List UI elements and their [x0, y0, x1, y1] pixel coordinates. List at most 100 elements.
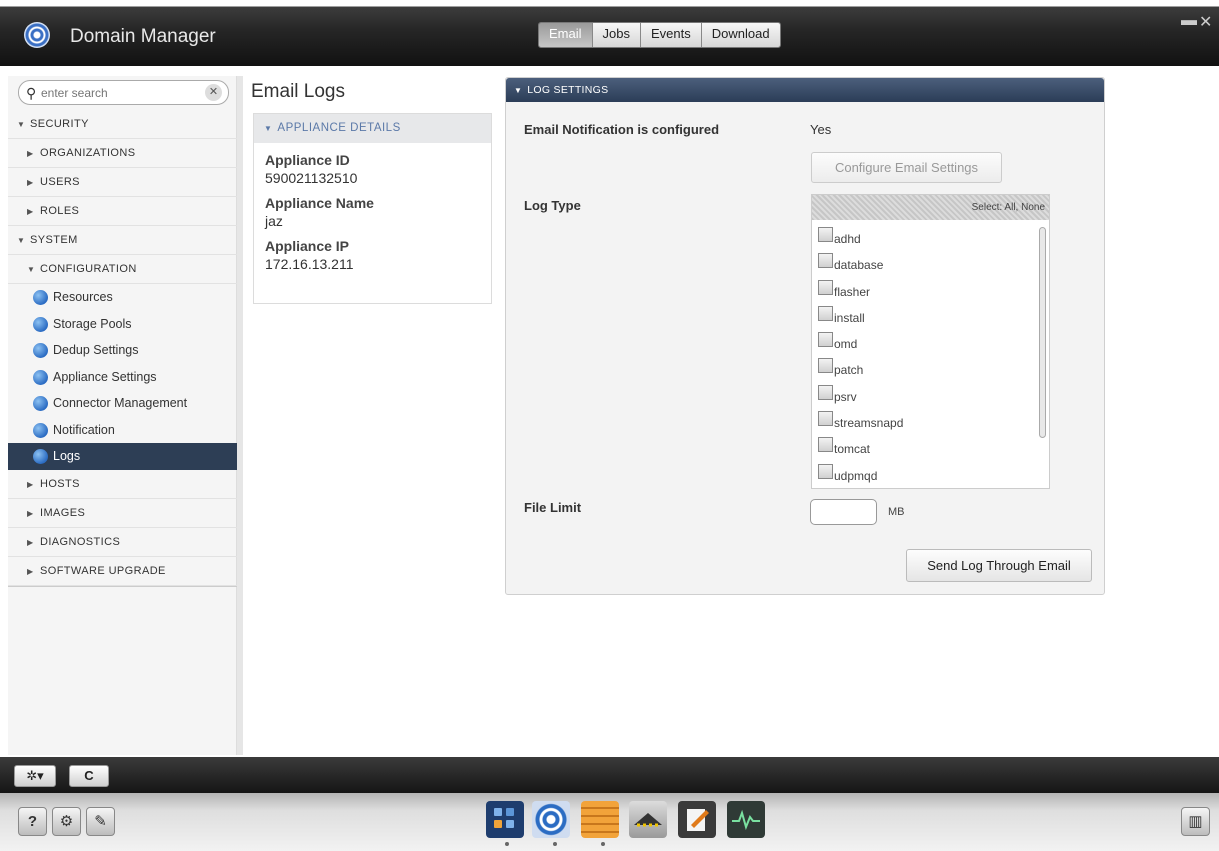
file-limit-input[interactable]	[810, 499, 877, 525]
log-type-label: psrv	[834, 389, 857, 404]
clear-search-icon[interactable]: ✕	[205, 84, 222, 101]
globe-icon	[33, 369, 48, 385]
minimize-icon[interactable]: ▬	[1181, 12, 1197, 30]
nav-diagnostics[interactable]: ▶ DIAGNOSTICS	[8, 528, 237, 557]
nav-label: Resources	[53, 290, 113, 304]
log-type-label: Log Type	[524, 198, 581, 213]
nav-users[interactable]: ▶ USERS	[8, 168, 237, 197]
checkbox[interactable]	[818, 332, 833, 348]
book-icon[interactable]: ▥	[1181, 807, 1210, 836]
running-indicator	[505, 842, 509, 846]
nav-label: HOSTS	[40, 477, 80, 490]
chevron-right-icon: ▶	[27, 508, 34, 518]
running-indicator	[553, 842, 557, 846]
navigation-tree: ▼ SECURITY ▶ ORGANIZATIONS ▶ USERS ▶ ROLES ▼…	[8, 110, 237, 587]
nav-label: ROLES	[40, 205, 80, 217]
chevron-right-icon: ▶	[27, 178, 34, 187]
nav-item-connector-management[interactable]: Connector Management	[8, 390, 237, 417]
gear-icon[interactable]: ⚙	[52, 807, 81, 836]
sidebar-splitter[interactable]	[237, 76, 243, 755]
tab-download[interactable]: Download	[701, 23, 780, 47]
file-limit-label: File Limit	[524, 500, 582, 515]
nav-label: Notification	[53, 422, 115, 437]
checkbox[interactable]	[818, 279, 833, 295]
nav-label: Storage Pools	[53, 316, 132, 331]
search-input[interactable]	[41, 84, 201, 102]
checkbox[interactable]	[818, 358, 833, 374]
chevron-right-icon: ▶	[27, 149, 34, 158]
chevron-down-icon: ▼	[514, 86, 523, 95]
log-type-list: Select: All, None adhd database flasher …	[811, 194, 1050, 489]
tab-email[interactable]: Email	[539, 23, 593, 47]
chevron-down-icon: ▼	[27, 265, 36, 274]
nav-label: SECURITY	[30, 118, 89, 130]
email-notification-label: Email Notification is configured	[524, 122, 720, 137]
checkbox[interactable]	[818, 411, 833, 427]
dashboard-app-icon[interactable]	[486, 801, 524, 838]
checkbox[interactable]	[818, 253, 833, 269]
appliance-name-label: Appliance Name	[265, 195, 374, 211]
nav-item-appliance-settings[interactable]: Appliance Settings	[8, 364, 237, 391]
nav-label: Logs	[53, 449, 81, 463]
globe-icon	[33, 396, 48, 411]
send-log-through-email-button[interactable]: Send Log Through Email	[906, 549, 1092, 582]
checkbox[interactable]	[818, 384, 833, 400]
tab-jobs[interactable]: Jobs	[592, 23, 641, 47]
feather-icon[interactable]: ✎	[86, 807, 115, 836]
storage-app-icon[interactable]	[581, 801, 619, 838]
nav-item-storage-pools[interactable]: Storage Pools	[8, 311, 237, 338]
select-all-none-links[interactable]: Select: All, None	[812, 195, 1049, 220]
nav-software-upgrade[interactable]: ▶ SOFTWARE UPGRADE	[8, 557, 237, 586]
monitor-app-icon[interactable]	[727, 801, 765, 838]
running-indicator	[601, 842, 605, 846]
nav-label: DIAGNOSTICS	[40, 535, 121, 548]
tape-library-app-icon[interactable]	[629, 801, 667, 838]
nav-organizations[interactable]: ▶ ORGANIZATIONS	[8, 139, 237, 168]
nav-label: IMAGES	[40, 506, 86, 519]
checkbox[interactable]	[818, 437, 833, 453]
nav-item-logs[interactable]: Logs	[8, 443, 237, 470]
appliance-id-label: Appliance ID	[265, 152, 350, 168]
refresh-button[interactable]: C	[69, 765, 109, 787]
nav-label: ORGANIZATIONS	[40, 147, 136, 159]
nav-roles[interactable]: ▶ ROLES	[8, 197, 237, 226]
editor-app-icon[interactable]	[678, 801, 716, 838]
log-type-label: flasher	[834, 284, 871, 299]
divider	[8, 585, 237, 587]
log-type-label: streamsnapd	[834, 416, 904, 431]
log-settings-header[interactable]: ▼ LOG SETTINGS	[506, 78, 1104, 102]
nav-item-resources[interactable]: Resources	[8, 284, 237, 311]
checkbox[interactable]	[818, 227, 833, 242]
chevron-down-icon: ▼	[17, 236, 26, 245]
checkbox[interactable]	[818, 463, 833, 479]
nav-images[interactable]: ▶ IMAGES	[8, 499, 237, 528]
chevron-right-icon: ▶	[27, 207, 34, 216]
appliance-details-panel: ▼ APPLIANCE DETAILS Appliance ID 59002113…	[253, 113, 492, 304]
chevron-right-icon: ▶	[27, 566, 34, 576]
log-list-scrollbar[interactable]	[1039, 227, 1046, 438]
log-type-label: tomcat	[834, 442, 871, 457]
nav-security[interactable]: ▼ SECURITY	[8, 110, 237, 139]
log-type-label: install	[834, 310, 865, 325]
configure-email-settings-button[interactable]: Configure Email Settings	[811, 152, 1002, 183]
chevron-right-icon: ▶	[27, 479, 34, 489]
search-icon: ⚲	[26, 85, 37, 101]
close-icon[interactable]: ✕	[1199, 12, 1212, 32]
domain-manager-app-icon[interactable]	[532, 801, 570, 838]
nav-configuration[interactable]: ▼ CONFIGURATION	[8, 255, 237, 284]
nav-system[interactable]: ▼ SYSTEM	[8, 226, 237, 255]
nav-item-dedup-settings[interactable]: Dedup Settings	[8, 337, 237, 364]
globe-icon	[33, 316, 48, 332]
top-tab-bar: Email Jobs Events Download	[538, 22, 781, 48]
log-type-label: patch	[834, 363, 864, 378]
help-icon[interactable]: ?	[18, 807, 47, 836]
nav-item-notification[interactable]: Notification	[8, 417, 237, 444]
nav-hosts[interactable]: ▶ HOSTS	[8, 470, 237, 499]
checkbox[interactable]	[818, 305, 833, 321]
appliance-details-header[interactable]: ▼ APPLIANCE DETAILS	[254, 114, 491, 143]
tab-events[interactable]: Events	[640, 23, 702, 47]
settings-menu-button[interactable]: ✲▾	[14, 765, 56, 787]
chevron-down-icon: ▼	[17, 120, 26, 129]
nav-label: SOFTWARE UPGRADE	[40, 564, 166, 577]
log-type-label: udpmqd	[834, 468, 878, 483]
